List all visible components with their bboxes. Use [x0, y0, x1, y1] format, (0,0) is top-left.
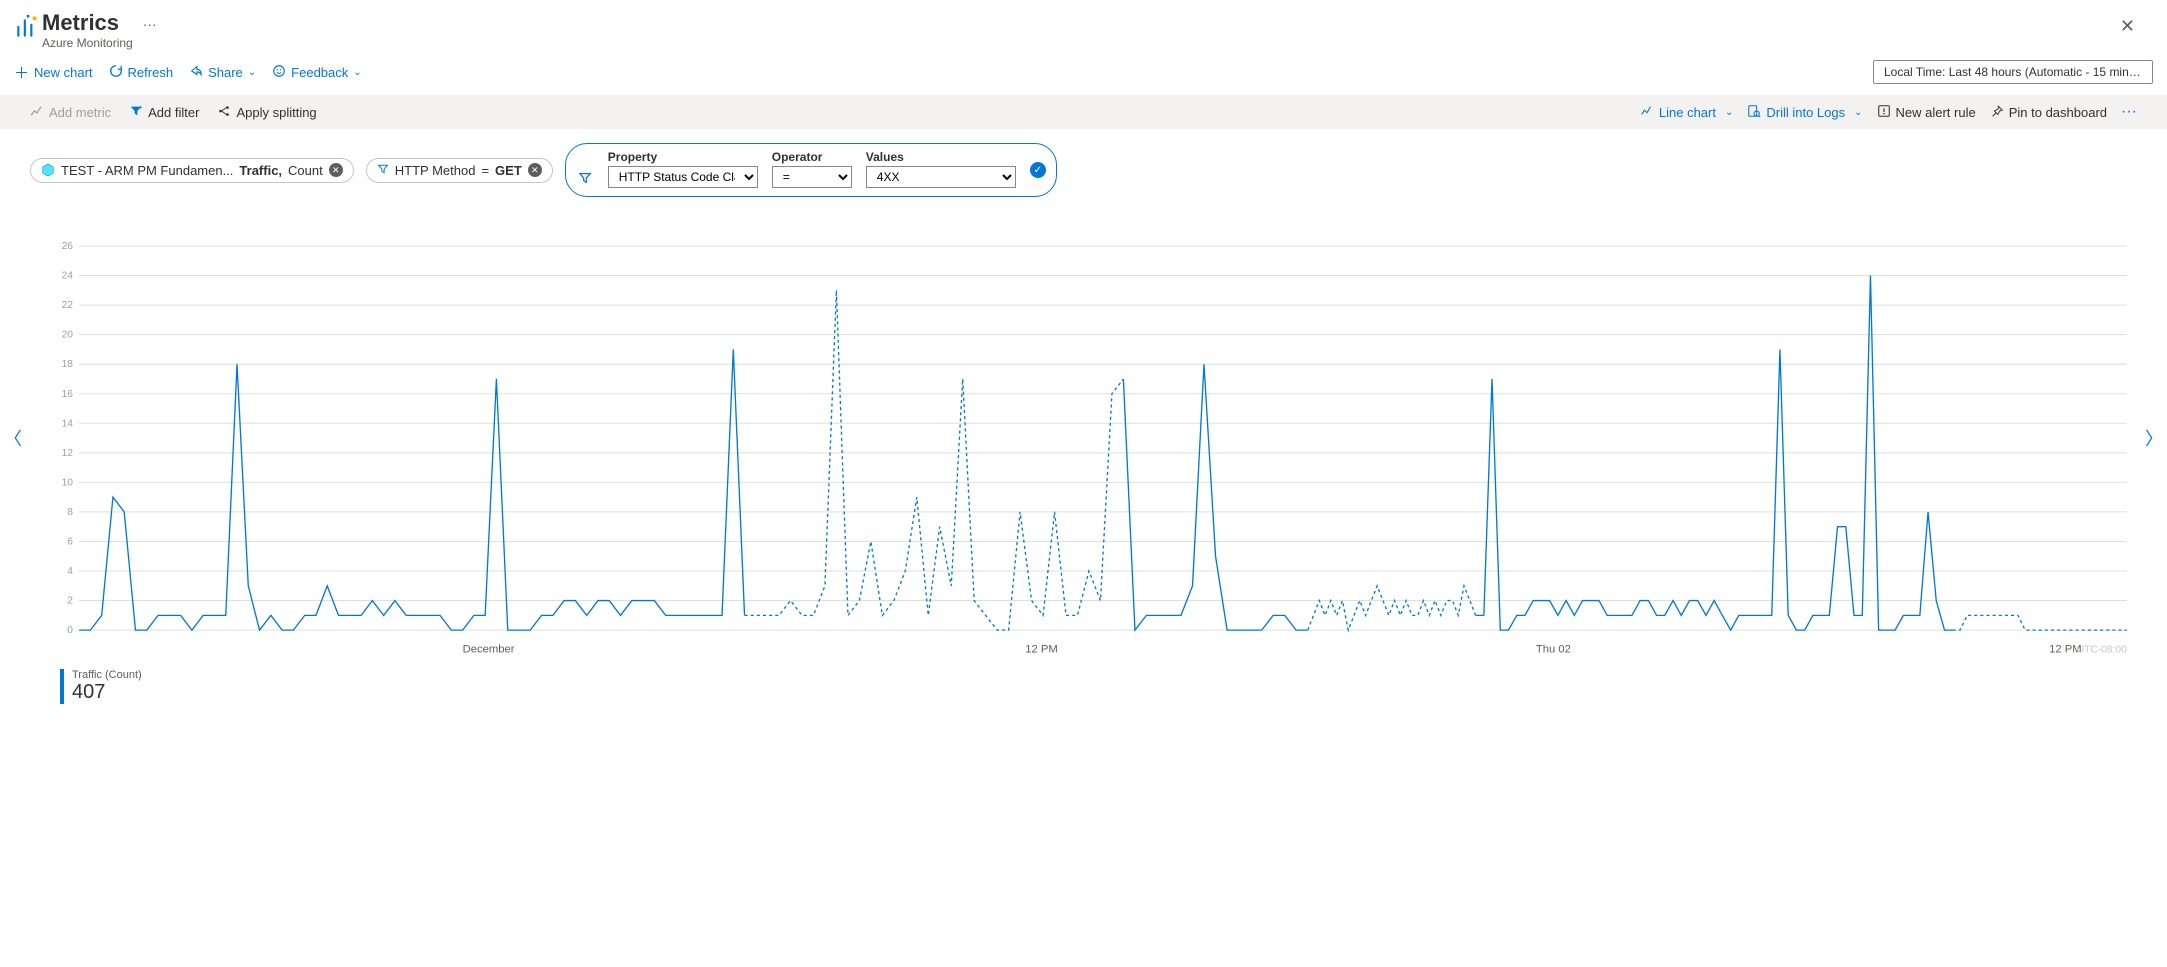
pin-icon	[1990, 104, 2004, 121]
operator-select[interactable]: =	[772, 166, 852, 188]
metrics-icon	[14, 10, 42, 43]
remove-filter-button[interactable]: ✕	[528, 163, 542, 177]
prev-chart-button[interactable]: 〈	[4, 425, 22, 451]
close-button[interactable]: ✕	[2108, 10, 2147, 43]
svg-text:8: 8	[67, 507, 73, 518]
filter-icon	[578, 171, 592, 188]
legend-item[interactable]: Traffic (Count) 407	[60, 669, 2137, 704]
svg-text:22: 22	[62, 300, 74, 311]
filter-icon	[377, 163, 389, 178]
svg-text:2: 2	[67, 596, 73, 607]
values-select[interactable]: 4XX	[866, 166, 1016, 188]
svg-text:UTC-08:00: UTC-08:00	[2077, 645, 2127, 656]
chevron-down-icon: ⌄	[1725, 107, 1733, 118]
svg-text:14: 14	[62, 418, 74, 429]
drill-logs-button[interactable]: Drill into Logs ⌄	[1747, 104, 1862, 121]
share-button[interactable]: Share ⌄	[189, 64, 256, 81]
chart-type-button[interactable]: Line chart ⌄	[1640, 104, 1733, 121]
metric-icon	[30, 104, 44, 121]
legend-series-name: Traffic (Count)	[72, 669, 2137, 681]
svg-text:26: 26	[62, 241, 74, 252]
new-alert-button[interactable]: New alert rule	[1877, 104, 1976, 121]
svg-text:Thu 02: Thu 02	[1536, 644, 1571, 656]
smile-icon	[272, 64, 286, 81]
page-title: Metrics	[42, 10, 133, 36]
svg-text:16: 16	[62, 389, 74, 400]
filter-add-icon: +	[129, 104, 143, 121]
chevron-down-icon: ⌄	[353, 67, 361, 78]
next-chart-button[interactable]: 〉	[2145, 425, 2163, 451]
add-metric-button[interactable]: Add metric	[30, 104, 111, 121]
property-label: Property	[608, 150, 758, 164]
resource-icon	[41, 163, 55, 177]
chevron-down-icon: ⌄	[1854, 107, 1862, 118]
add-filter-button[interactable]: + Add filter	[129, 104, 199, 121]
pin-dashboard-button[interactable]: Pin to dashboard	[1990, 104, 2107, 121]
metrics-chart[interactable]: 02468101214161820222426December12 PMThu …	[30, 221, 2137, 661]
metric-pill[interactable]: TEST - ARM PM Fundamen... Traffic, Count…	[30, 158, 354, 183]
svg-text:20: 20	[62, 330, 74, 341]
more-icon[interactable]: ···	[143, 16, 157, 32]
breadcrumb: Azure Monitoring	[42, 36, 133, 50]
logs-icon	[1747, 104, 1761, 121]
svg-text:18: 18	[62, 359, 74, 370]
svg-text:December: December	[463, 644, 515, 656]
refresh-button[interactable]: Refresh	[109, 64, 174, 81]
overflow-button[interactable]: ···	[2121, 103, 2137, 121]
svg-text:6: 6	[67, 537, 73, 548]
feedback-button[interactable]: Feedback ⌄	[272, 64, 361, 81]
remove-metric-button[interactable]: ✕	[329, 163, 343, 177]
svg-text:12 PM: 12 PM	[1025, 644, 1058, 656]
chevron-down-icon: ⌄	[248, 67, 256, 78]
svg-text:0: 0	[67, 625, 73, 636]
apply-filter-button[interactable]: ✓	[1030, 162, 1046, 178]
alert-icon	[1877, 104, 1891, 121]
legend-total: 407	[72, 681, 2137, 704]
filter-pill[interactable]: HTTP Method = GET ✕	[366, 158, 553, 183]
split-icon	[217, 104, 231, 121]
svg-text:+: +	[139, 104, 143, 111]
share-icon	[189, 64, 203, 81]
refresh-icon	[109, 64, 123, 81]
filter-builder: Property HTTP Status Code Class Operator…	[565, 143, 1057, 197]
plus-icon: ＋	[14, 62, 29, 83]
svg-text:4: 4	[67, 566, 73, 577]
time-range-picker[interactable]: Local Time: Last 48 hours (Automatic - 1…	[1873, 60, 2153, 84]
property-select[interactable]: HTTP Status Code Class	[608, 166, 758, 188]
svg-text:24: 24	[62, 271, 74, 282]
svg-text:10: 10	[62, 477, 74, 488]
line-chart-icon	[1640, 104, 1654, 121]
svg-text:12: 12	[62, 448, 74, 459]
values-label: Values	[866, 150, 1016, 164]
new-chart-button[interactable]: ＋ New chart	[14, 62, 93, 83]
apply-splitting-button[interactable]: Apply splitting	[217, 104, 316, 121]
operator-label: Operator	[772, 150, 852, 164]
